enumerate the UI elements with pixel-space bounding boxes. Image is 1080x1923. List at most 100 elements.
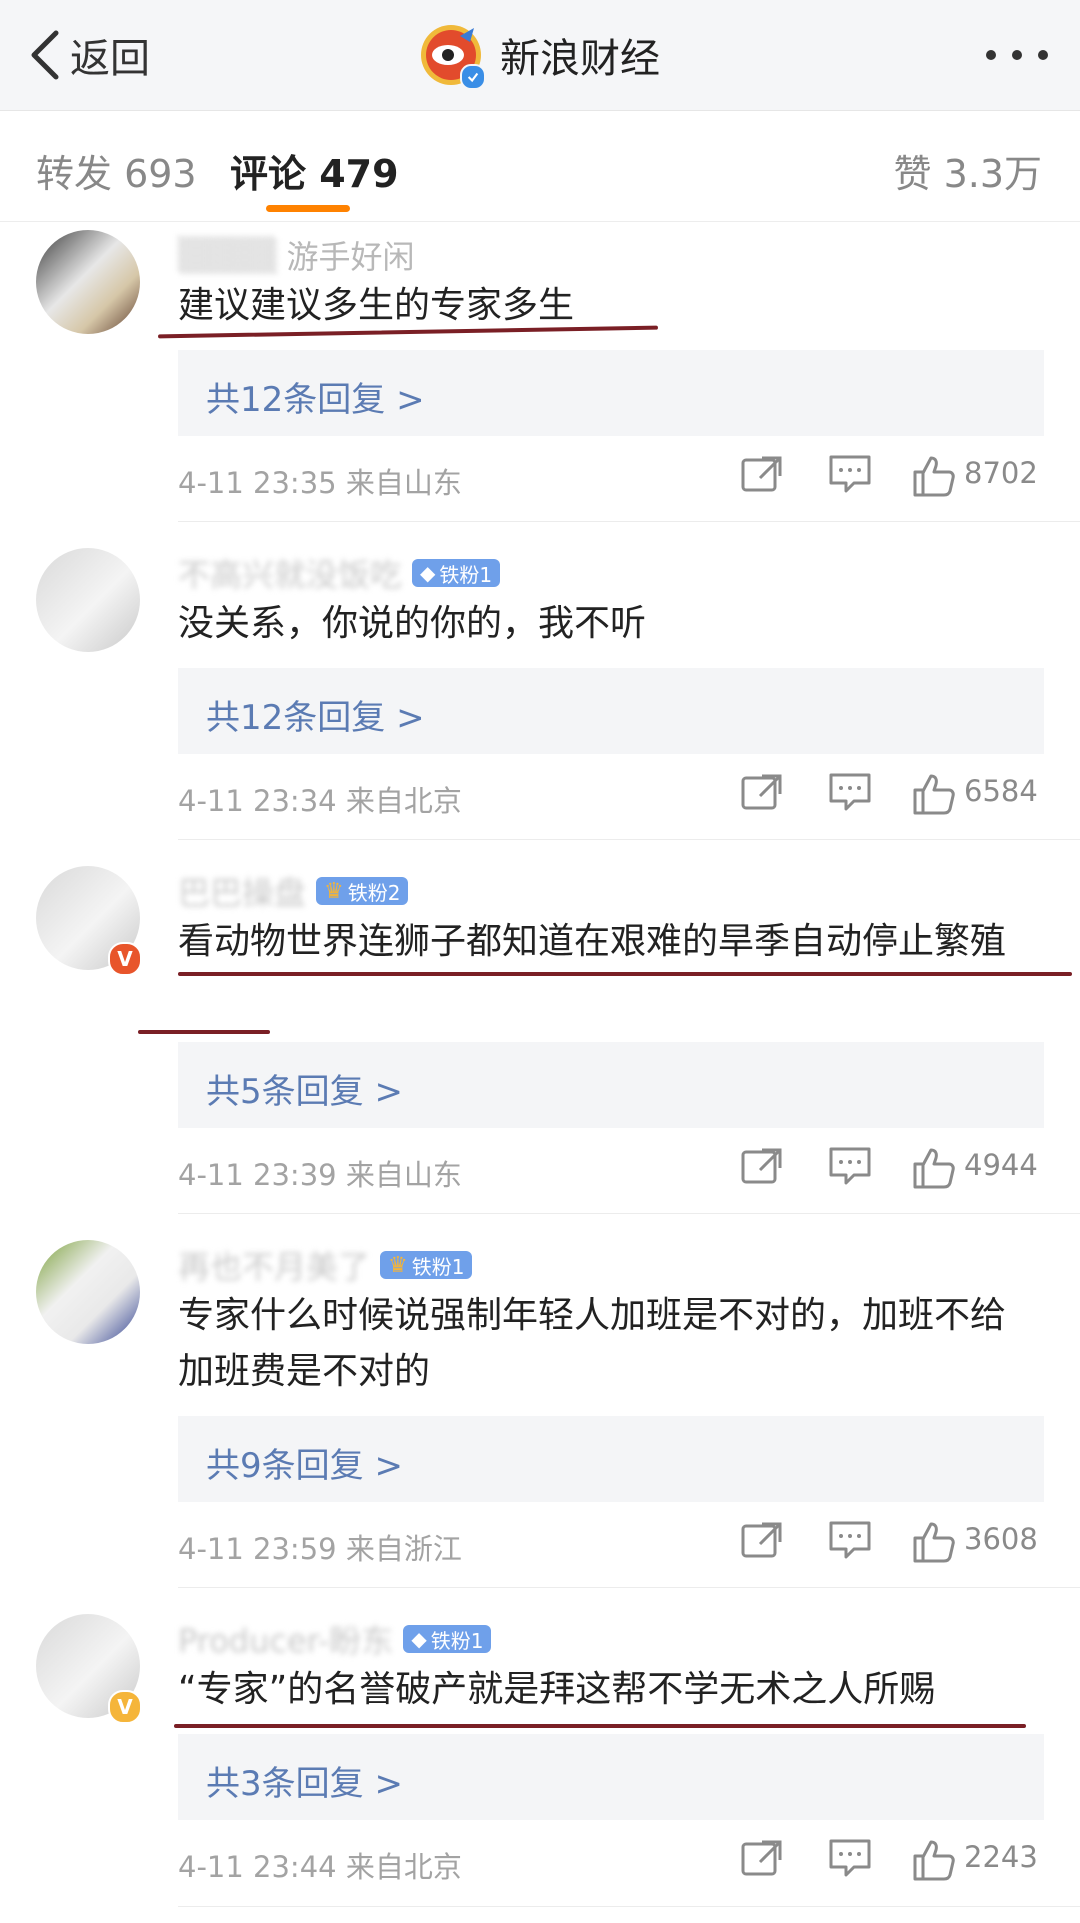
like-count: 3608 (964, 1522, 1038, 1556)
red-underline-mark (138, 1030, 270, 1034)
comment-time: 4-11 23:34 (178, 784, 337, 818)
comment-time: 4-11 23:39 (178, 1158, 337, 1192)
comment-meta: 4-11 23:35 来自山东 (178, 460, 462, 502)
active-tab-indicator (266, 205, 350, 212)
replies-link[interactable]: 共12条回复 > (178, 668, 1044, 754)
back-button[interactable]: 返回 (28, 28, 150, 82)
verified-v-badge: V (108, 942, 142, 976)
comment-text: 看动物世界连狮子都知道在艰难的旱季自动停止繁殖 (178, 921, 1007, 962)
share-icon[interactable] (740, 1146, 784, 1186)
fan-badge: ◆ 铁粉1 (403, 1625, 492, 1653)
comment-item: ▒▒▒▒ 游手好闲 建议建议多生的专家多生 共12条回复 > 4-11 23:3… (0, 222, 1080, 522)
share-icon[interactable] (740, 1520, 784, 1560)
replies-label: 共3条回复 > (206, 1764, 403, 1804)
chevron-left-icon (31, 30, 59, 80)
comment-meta: 4-11 23:39 来自山东 (178, 1152, 462, 1194)
thumbs-up-icon[interactable] (912, 1838, 956, 1882)
username-text: 游手好闲 (286, 238, 415, 276)
comment-item: V Producer-盼东 ◆ 铁粉1 “专家”的名誉破产就是拜这帮不学无术之人… (0, 1588, 1080, 1923)
comment-text: “专家”的名誉破产就是拜这帮不学无术之人所赐 (178, 1669, 936, 1710)
comment-icon[interactable] (828, 1520, 872, 1560)
replies-label: 共12条回复 > (206, 380, 425, 420)
crown-icon: ♛ (388, 1252, 408, 1278)
comment-actions: 4944 (740, 1146, 1044, 1190)
comment-source: 来自山东 (345, 466, 462, 500)
comment-source: 来自浙江 (345, 1532, 462, 1566)
comment-meta: 4-11 23:44 来自北京 (178, 1844, 462, 1886)
comment-actions: 2243 (740, 1838, 1044, 1882)
back-label: 返回 (70, 36, 150, 82)
comment-source: 来自北京 (345, 1850, 462, 1884)
username-text: 巴巴操盘 (178, 874, 307, 912)
comment-icon[interactable] (828, 1146, 872, 1186)
tab-repost[interactable]: 转发 693 (36, 143, 197, 198)
comment-text: 专家什么时候说强制年轻人加班是不对的，加班不给加班费是不对的 (178, 1295, 1007, 1392)
thumbs-up-icon[interactable] (912, 1146, 956, 1190)
replies-label: 共12条回复 > (206, 698, 425, 738)
share-icon[interactable] (740, 454, 784, 494)
replies-label: 共5条回复 > (206, 1072, 403, 1112)
diamond-icon: ◆ (420, 561, 436, 585)
fan-badge-label: 铁粉1 (430, 1628, 484, 1653)
comment-item: V 巴巴操盘 ♛ 铁粉2 看动物世界连狮子都知道在艰难的旱季自动停止繁殖 共5条… (0, 840, 1080, 1214)
like-count: 8702 (964, 456, 1038, 490)
red-underline-mark (174, 1724, 1026, 1728)
sina-logo-icon (420, 24, 486, 90)
comment-username[interactable]: Producer-盼东 ◆ 铁粉1 (178, 1616, 492, 1662)
more-dots-icon[interactable] (982, 38, 1052, 72)
fan-badge-label: 铁粉2 (347, 880, 401, 905)
replies-label: 共9条回复 > (206, 1446, 403, 1486)
avatar[interactable] (36, 1240, 140, 1344)
avatar[interactable] (36, 230, 140, 334)
crown-icon: ♛ (324, 878, 344, 904)
avatar[interactable] (36, 548, 140, 652)
comment-meta: 4-11 23:34 来自北京 (178, 778, 462, 820)
like-count: 4944 (964, 1148, 1038, 1182)
divider (178, 1906, 1080, 1907)
share-icon[interactable] (740, 772, 784, 812)
replies-link[interactable]: 共5条回复 > (178, 1042, 1044, 1128)
comment-username[interactable]: ▒▒▒▒ 游手好闲 (178, 232, 414, 278)
fan-badge-label: 铁粉1 (439, 562, 493, 587)
comment-item: 不高兴就没饭吃 ◆ 铁粉1 没关系，你说的你的，我不听 共12条回复 > 4-1… (0, 522, 1080, 840)
thumbs-up-icon[interactable] (912, 772, 956, 816)
username-text: 不高兴就没饭吃 (178, 556, 403, 594)
thumbs-up-icon[interactable] (912, 1520, 956, 1564)
comment-username[interactable]: 巴巴操盘 ♛ 铁粉2 (178, 868, 409, 914)
fan-badge: ♛ 铁粉1 (380, 1251, 473, 1279)
comment-actions: 3608 (740, 1520, 1044, 1564)
fan-badge: ◆ 铁粉1 (412, 559, 501, 587)
replies-link[interactable]: 共3条回复 > (178, 1734, 1044, 1820)
top-navigation-bar: 返回 新浪财经 (0, 0, 1080, 111)
comment-source: 来自山东 (345, 1158, 462, 1192)
account-title[interactable]: 新浪财经 (420, 22, 660, 90)
comment-item: 再也不月美了 ♛ 铁粉1 专家什么时候说强制年轻人加班是不对的，加班不给加班费是… (0, 1214, 1080, 1588)
account-name: 新浪财经 (500, 36, 660, 82)
comment-meta: 4-11 23:59 来自浙江 (178, 1526, 462, 1568)
tab-like[interactable]: 赞 3.3万 (893, 143, 1042, 198)
verified-v-badge: V (108, 1690, 142, 1724)
tab-bar: 转发 693 评论 479 赞 3.3万 (0, 111, 1080, 222)
replies-link[interactable]: 共12条回复 > (178, 350, 1044, 436)
like-count: 6584 (964, 774, 1038, 808)
comment-username[interactable]: 不高兴就没饭吃 ◆ 铁粉1 (178, 550, 501, 596)
comment-time: 4-11 23:59 (178, 1532, 337, 1566)
comment-icon[interactable] (828, 1838, 872, 1878)
comment-source: 来自北京 (345, 784, 462, 818)
username-text: Producer-盼东 (178, 1622, 394, 1660)
comment-actions: 6584 (740, 772, 1044, 816)
replies-link[interactable]: 共9条回复 > (178, 1416, 1044, 1502)
fan-badge: ♛ 铁粉2 (316, 877, 409, 905)
fan-badge-label: 铁粉1 (411, 1254, 465, 1279)
comment-time: 4-11 23:35 (178, 466, 337, 500)
comment-icon[interactable] (828, 772, 872, 812)
comment-text: 没关系，你说的你的，我不听 (178, 603, 647, 644)
comment-username[interactable]: 再也不月美了 ♛ 铁粉1 (178, 1242, 473, 1288)
thumbs-up-icon[interactable] (912, 454, 956, 498)
username-text: 再也不月美了 (178, 1248, 371, 1286)
comment-icon[interactable] (828, 454, 872, 494)
share-icon[interactable] (740, 1838, 784, 1878)
red-underline-mark (178, 972, 1072, 976)
verified-check-icon (460, 64, 486, 90)
username-blurred-part: ▒▒▒▒ (178, 236, 277, 274)
